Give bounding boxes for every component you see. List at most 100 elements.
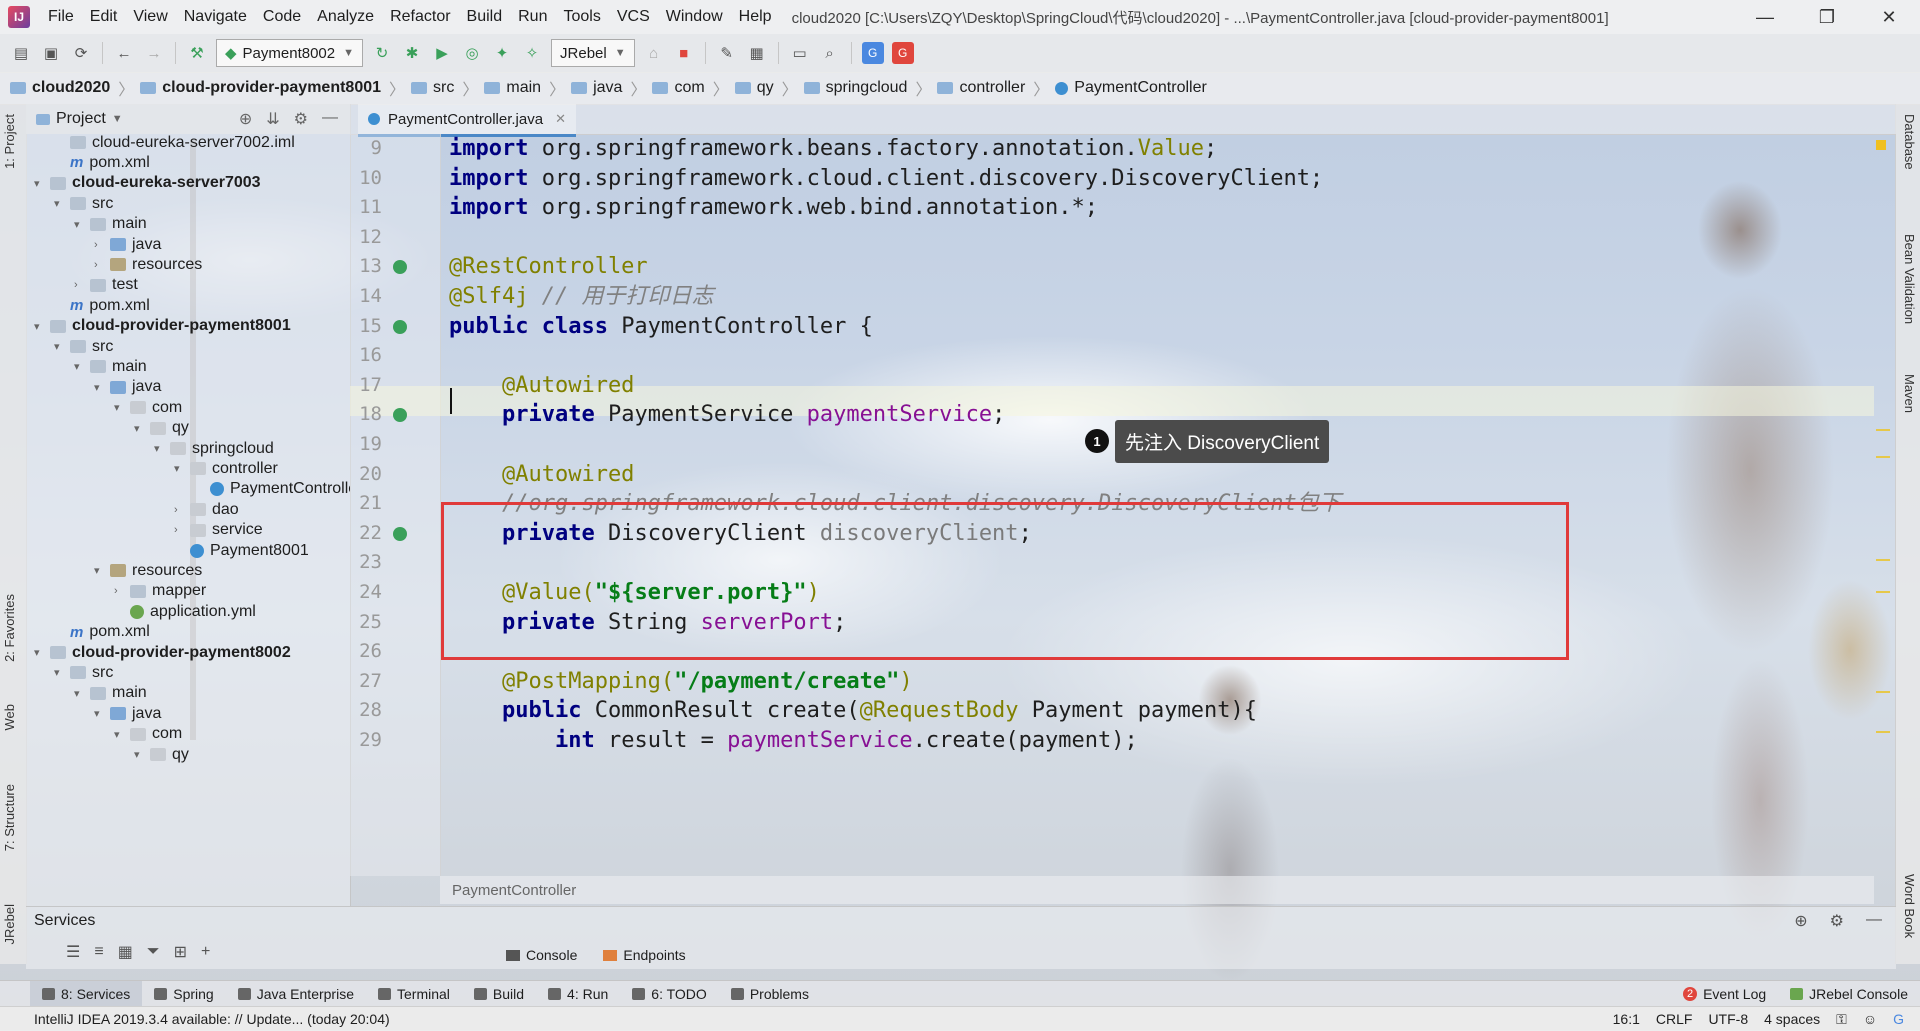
tab-endpoints[interactable]: Endpoints xyxy=(603,947,686,963)
inspector-icon[interactable]: ☺ xyxy=(1863,1011,1877,1027)
back-icon[interactable]: ← xyxy=(113,42,135,64)
menu-navigate[interactable]: Navigate xyxy=(176,8,255,26)
editor-structure-breadcrumb[interactable]: PaymentController xyxy=(440,876,1874,904)
translate-status-icon[interactable]: G xyxy=(1893,1011,1904,1027)
spring-bean-gutter-icon[interactable] xyxy=(393,319,407,334)
chevron-down-icon[interactable]: ▾ xyxy=(74,218,90,231)
translate-alt-icon[interactable]: G xyxy=(891,42,914,64)
spring-bean-gutter-icon[interactable] xyxy=(393,526,407,541)
chevron-down-icon[interactable]: ▾ xyxy=(54,197,70,210)
breadcrumb-item[interactable]: cloud-provider-payment8001 〉 xyxy=(140,76,405,100)
breadcrumb-item[interactable]: main 〉 xyxy=(484,76,565,100)
chevron-down-icon[interactable]: ▾ xyxy=(34,177,50,190)
add-icon[interactable]: + xyxy=(201,943,210,961)
tab-paymentcontroller[interactable]: PaymentController.java ✕ xyxy=(358,104,576,137)
chevron-down-icon[interactable]: ▾ xyxy=(34,320,50,333)
tab-console[interactable]: Console xyxy=(506,947,577,963)
chevron-down-icon[interactable]: ▾ xyxy=(114,401,130,414)
tab-project[interactable]: 1: Project xyxy=(2,114,17,169)
hide-icon[interactable]: — xyxy=(322,109,338,129)
open-folder-icon[interactable]: ▤ xyxy=(10,42,32,64)
menu-analyze[interactable]: Analyze xyxy=(309,8,382,26)
chevron-down-icon[interactable]: ▾ xyxy=(114,728,130,741)
status-line-separator[interactable]: CRLF xyxy=(1656,1011,1693,1027)
expand-all-icon[interactable]: ☰ xyxy=(66,942,80,962)
chevron-right-icon[interactable]: › xyxy=(114,585,130,597)
rerun-icon[interactable]: ↻ xyxy=(371,42,393,64)
tool-tab[interactable]: 6: TODO xyxy=(620,981,719,1007)
run-coverage-icon[interactable]: ▶ xyxy=(431,42,453,64)
status-encoding[interactable]: UTF-8 xyxy=(1708,1011,1748,1027)
jrebel-debug-icon[interactable]: ✧ xyxy=(521,42,543,64)
collapse-all-icon[interactable]: ⇊ xyxy=(266,109,279,129)
save-all-icon[interactable]: ▣ xyxy=(40,42,62,64)
chevron-down-icon[interactable]: ▾ xyxy=(94,564,110,577)
tool-tab[interactable]: Problems xyxy=(719,981,821,1007)
minimize-icon[interactable]: — xyxy=(1734,0,1796,34)
settings-wrench-icon[interactable]: ✎ xyxy=(716,42,738,64)
breadcrumb-item[interactable]: qy 〉 xyxy=(734,76,798,100)
chevron-down-icon[interactable]: ▾ xyxy=(94,707,110,720)
locate-icon[interactable]: ⊕ xyxy=(239,109,252,129)
chevron-right-icon[interactable]: › xyxy=(94,259,110,271)
tab-jrebel-console[interactable]: JRebel Console xyxy=(1778,981,1920,1007)
debug-icon[interactable]: ✱ xyxy=(401,42,423,64)
tab-jrebel[interactable]: JRebel xyxy=(2,904,17,944)
group-icon[interactable]: ▦ xyxy=(118,942,133,962)
translate-icon[interactable]: G xyxy=(861,42,884,64)
chevron-right-icon[interactable]: › xyxy=(174,524,190,536)
chevron-down-icon[interactable]: ▾ xyxy=(154,442,170,455)
menu-window[interactable]: Window xyxy=(658,8,731,26)
status-position[interactable]: 16:1 xyxy=(1613,1011,1640,1027)
tab-word-book[interactable]: Word Book xyxy=(1902,874,1917,938)
tool-tab[interactable]: Spring xyxy=(142,981,225,1007)
tab-event-log[interactable]: 2 Event Log xyxy=(1671,981,1778,1007)
close-icon[interactable]: ✕ xyxy=(555,111,566,127)
breadcrumb-item[interactable]: com 〉 xyxy=(652,76,729,100)
breadcrumb-item[interactable]: src 〉 xyxy=(411,76,478,100)
chevron-right-icon[interactable]: › xyxy=(94,239,110,251)
tab-favorites[interactable]: 2: Favorites xyxy=(2,594,17,662)
tree-item[interactable]: ▾ qy xyxy=(134,742,189,767)
chevron-down-icon[interactable]: ▾ xyxy=(94,381,110,394)
chevron-down-icon[interactable]: ▾ xyxy=(74,687,90,700)
menu-help[interactable]: Help xyxy=(731,8,780,26)
chevron-down-icon[interactable]: ▾ xyxy=(74,360,90,373)
breadcrumb-item[interactable]: cloud2020 〉 xyxy=(10,76,134,100)
jrebel-run-icon[interactable]: ✦ xyxy=(491,42,513,64)
status-message[interactable]: IntelliJ IDEA 2019.3.4 available: // Upd… xyxy=(0,1011,390,1027)
menu-file[interactable]: File xyxy=(40,8,82,26)
sync-icon[interactable]: ⟳ xyxy=(70,42,92,64)
breadcrumb-item[interactable]: controller 〉 xyxy=(937,76,1049,100)
stop-icon[interactable]: ■ xyxy=(673,42,695,64)
tab-maven[interactable]: Maven xyxy=(1902,374,1917,413)
menu-tools[interactable]: Tools xyxy=(555,8,608,26)
chevron-right-icon[interactable]: › xyxy=(174,504,190,516)
filter-icon[interactable]: ⏷ xyxy=(147,943,160,961)
forward-icon[interactable]: → xyxy=(143,42,165,64)
close-icon[interactable]: ✕ xyxy=(1858,0,1920,34)
chevron-down-icon[interactable]: ▾ xyxy=(34,646,50,659)
menu-vcs[interactable]: VCS xyxy=(609,8,658,26)
restore-icon[interactable]: ❐ xyxy=(1796,0,1858,34)
chevron-down-icon[interactable]: ▾ xyxy=(134,748,150,761)
chevron-down-icon[interactable]: ▾ xyxy=(134,422,150,435)
tool-tab[interactable]: Terminal xyxy=(366,981,462,1007)
menu-build[interactable]: Build xyxy=(459,8,511,26)
project-panel-title[interactable]: Project xyxy=(56,110,106,128)
tool-tab[interactable]: Java Enterprise xyxy=(226,981,366,1007)
attach-icon[interactable]: ⌂ xyxy=(643,42,665,64)
tool-tab[interactable]: 4: Run xyxy=(536,981,620,1007)
chevron-right-icon[interactable]: › xyxy=(74,279,90,291)
chevron-down-icon[interactable]: ▾ xyxy=(54,666,70,679)
run-config-select[interactable]: ◆ Payment8002 ▼ xyxy=(216,39,364,67)
chevron-down-icon[interactable]: ▾ xyxy=(54,340,70,353)
collapse-all-icon[interactable]: ≡ xyxy=(94,943,103,961)
tab-structure[interactable]: 7: Structure xyxy=(2,784,17,851)
new-tab-icon[interactable]: ⊞ xyxy=(174,942,187,962)
build-hammer-icon[interactable]: ⚒ xyxy=(186,42,208,64)
profile-icon[interactable]: ◎ xyxy=(461,42,483,64)
menu-run[interactable]: Run xyxy=(510,8,555,26)
gear-icon[interactable]: ⚙ xyxy=(1830,911,1844,931)
add-service-icon[interactable]: ⊕ xyxy=(1794,911,1807,931)
